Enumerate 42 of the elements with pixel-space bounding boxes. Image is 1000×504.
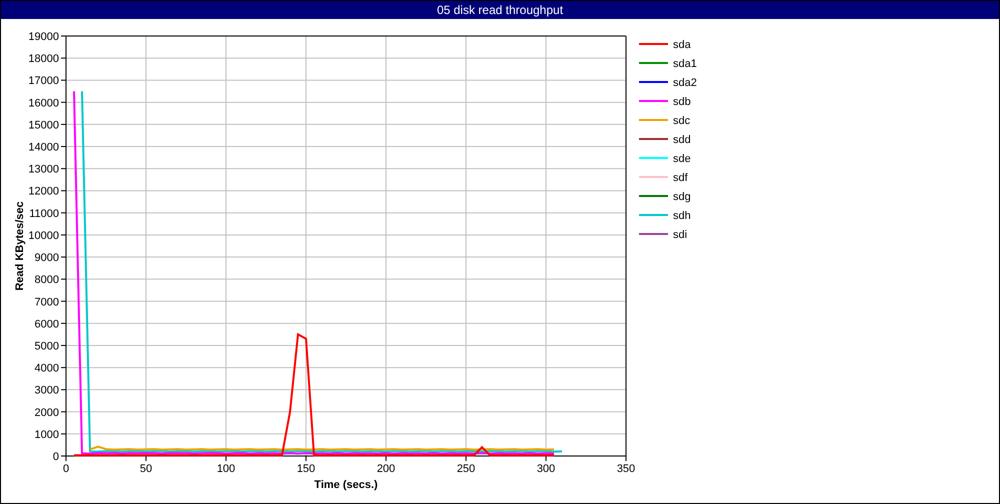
y-tick-label: 17000 bbox=[28, 75, 59, 88]
legend-label: sdh bbox=[673, 210, 691, 222]
legend-label: sdb bbox=[673, 96, 691, 108]
x-tick-label: 250 bbox=[456, 463, 476, 475]
y-tick-label: 3000 bbox=[34, 384, 59, 397]
legend-label: sdg bbox=[673, 191, 691, 203]
y-tick-label: 15000 bbox=[28, 119, 59, 132]
y-tick-label: 11000 bbox=[29, 208, 59, 220]
y-tick-label: 18000 bbox=[28, 53, 59, 66]
legend-label: sda bbox=[673, 39, 691, 51]
y-tick-label: 7000 bbox=[34, 296, 59, 308]
y-tick-label: 9000 bbox=[34, 252, 59, 264]
legend-label: sdf bbox=[673, 172, 688, 184]
window-title: 05 disk read throughput bbox=[1, 1, 999, 19]
y-tick-label: 0 bbox=[52, 451, 59, 463]
y-tick-label: 6000 bbox=[34, 318, 59, 330]
y-tick-label: 12000 bbox=[28, 186, 59, 198]
legend-label: sdc bbox=[673, 115, 690, 127]
y-tick-label: 19000 bbox=[28, 31, 59, 43]
legend-label: sde bbox=[673, 153, 691, 165]
x-tick-label: 50 bbox=[140, 463, 152, 475]
y-tick-label: 5000 bbox=[34, 340, 59, 352]
y-tick-label: 1000 bbox=[34, 428, 59, 441]
legend-label: sdd bbox=[673, 134, 691, 146]
y-tick-label: 13000 bbox=[28, 164, 59, 176]
y-tick-label: 16000 bbox=[28, 97, 59, 110]
x-tick-label: 150 bbox=[296, 463, 316, 475]
y-axis-label: Read KBytes/sec bbox=[14, 201, 26, 291]
x-tick-label: 100 bbox=[216, 463, 236, 475]
x-tick-label: 350 bbox=[616, 463, 636, 475]
y-tick-label: 10000 bbox=[28, 230, 59, 242]
legend-label: sdi bbox=[673, 229, 688, 241]
y-tick-label: 8000 bbox=[34, 274, 59, 286]
x-tick-label: 200 bbox=[376, 463, 396, 475]
y-tick-label: 14000 bbox=[28, 142, 59, 154]
y-tick-label: 2000 bbox=[34, 406, 59, 419]
legend-label: sda2 bbox=[673, 77, 697, 89]
x-tick-label: 300 bbox=[536, 463, 556, 475]
x-tick-label: 0 bbox=[62, 463, 70, 475]
legend-label: sda1 bbox=[673, 58, 697, 70]
x-axis-label: Time (secs.) bbox=[314, 479, 378, 491]
y-tick-label: 4000 bbox=[34, 362, 59, 375]
